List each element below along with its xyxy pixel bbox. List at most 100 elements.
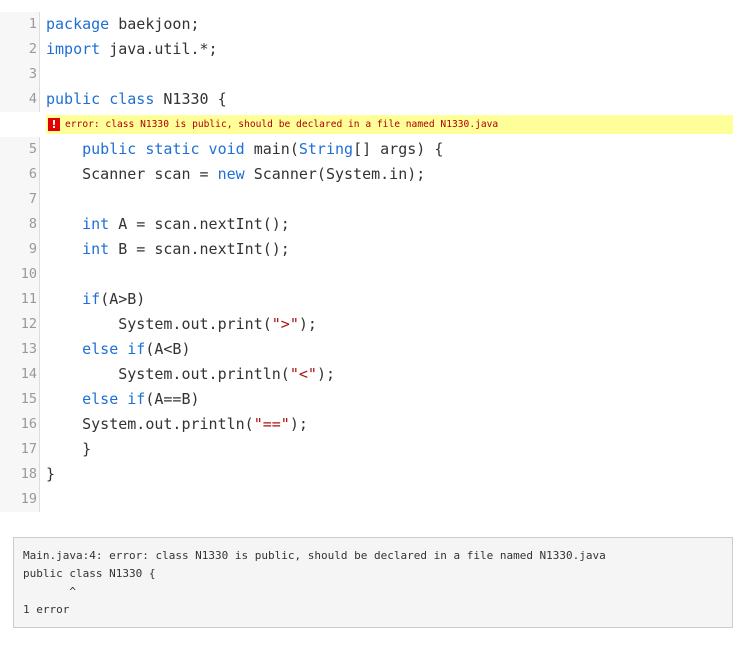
line-number: 1 — [0, 12, 40, 37]
code-token: Scanner scan = — [46, 165, 218, 183]
code-token: System.out.print( — [46, 315, 272, 333]
code-text: System.out.println("=="); — [40, 412, 308, 437]
keyword-token: package — [46, 15, 110, 33]
inline-error-widget: ! error: class N1330 is public, should be… — [0, 112, 740, 137]
console-line: ^ — [23, 585, 76, 598]
code-line[interactable]: 15 else if(A==B) — [0, 387, 740, 412]
line-number: 15 — [0, 387, 40, 412]
line-number: 18 — [0, 462, 40, 487]
code-text: Scanner scan = new Scanner(System.in); — [40, 162, 425, 187]
console-line: 1 error — [23, 603, 70, 616]
code-token: ); — [289, 415, 308, 433]
code-token: B = scan.nextInt(); — [109, 240, 290, 258]
keyword-token: public class — [46, 90, 155, 108]
code-text: else if(A==B) — [40, 387, 200, 412]
error-message: error: class N1330 is public, should be … — [65, 119, 499, 130]
code-text: public static void main(String[] args) { — [40, 137, 443, 162]
line-number: 12 — [0, 312, 40, 337]
line-number: 11 — [0, 287, 40, 312]
line-number: 17 — [0, 437, 40, 462]
code-text: int B = scan.nextInt(); — [40, 237, 290, 262]
code-token: A = scan.nextInt(); — [109, 215, 290, 233]
code-line[interactable]: 10 — [0, 262, 740, 287]
line-number: 14 — [0, 362, 40, 387]
code-text: System.out.print(">"); — [40, 312, 317, 337]
code-line[interactable]: 2 import java.util.*; — [0, 37, 740, 62]
line-number: 19 — [0, 487, 40, 512]
code-token: (A>B) — [100, 290, 146, 308]
string-token: "==" — [253, 415, 290, 433]
code-token: (A==B) — [145, 390, 200, 408]
code-token: System.out.println( — [46, 415, 254, 433]
keyword-token: int — [82, 215, 110, 233]
code-line[interactable]: 3 — [0, 62, 740, 87]
error-highlight: ! error: class N1330 is public, should be… — [46, 115, 733, 134]
code-text: } — [40, 437, 91, 462]
string-token: ">" — [271, 315, 299, 333]
code-text: else if(A<B) — [40, 337, 191, 362]
code-text: int A = scan.nextInt(); — [40, 212, 290, 237]
keyword-token: new — [217, 165, 245, 183]
code-token: } — [46, 440, 92, 458]
console-line: public class N1330 { — [23, 567, 156, 580]
code-line[interactable]: 4 public class N1330 { — [0, 87, 740, 112]
code-line[interactable]: 1 package baekjoon; — [0, 12, 740, 37]
code-line[interactable]: 12 System.out.print(">"); — [0, 312, 740, 337]
code-editor[interactable]: 1 package baekjoon; 2 import java.util.*; 3 4… — [0, 12, 740, 512]
line-number: 8 — [0, 212, 40, 237]
line-number: 16 — [0, 412, 40, 437]
code-line[interactable]: 5 public static void main(String[] args)… — [0, 137, 740, 162]
code-line[interactable]: 18} — [0, 462, 740, 487]
line-number: 3 — [0, 62, 40, 87]
line-number: 5 — [0, 137, 40, 162]
keyword-token: public static void — [82, 140, 245, 158]
code-text: if(A>B) — [40, 287, 145, 312]
error-icon: ! — [48, 118, 60, 131]
code-line[interactable]: 11 if(A>B) — [0, 287, 740, 312]
line-number: 7 — [0, 187, 40, 212]
line-number: 13 — [0, 337, 40, 362]
keyword-token: else if — [82, 340, 146, 358]
code-token: [] args) { — [353, 140, 444, 158]
code-token: N1330 { — [154, 90, 227, 108]
code-text: } — [40, 462, 55, 487]
code-token: java.util.*; — [100, 40, 218, 58]
line-number: 10 — [0, 262, 40, 287]
code-token: ); — [316, 365, 335, 383]
code-token: (A<B) — [145, 340, 191, 358]
code-line[interactable]: 17 } — [0, 437, 740, 462]
code-text: System.out.println("<"); — [40, 362, 335, 387]
keyword-token: String — [298, 140, 354, 158]
code-line[interactable]: 19 — [0, 487, 740, 512]
code-line[interactable]: 14 System.out.println("<"); — [0, 362, 740, 387]
code-text: import java.util.*; — [40, 37, 218, 62]
code-line[interactable]: 16 System.out.println("=="); — [0, 412, 740, 437]
console-output: Main.java:4: error: class N1330 is publi… — [13, 537, 733, 628]
code-token: main( — [244, 140, 299, 158]
code-token: Scanner(System.in); — [244, 165, 426, 183]
code-token: System.out.println( — [46, 365, 290, 383]
code-line[interactable]: 8 int A = scan.nextInt(); — [0, 212, 740, 237]
code-token: ); — [298, 315, 317, 333]
string-token: "<" — [289, 365, 317, 383]
code-line[interactable]: 13 else if(A<B) — [0, 337, 740, 362]
code-text: public class N1330 { — [40, 87, 227, 112]
code-token: baekjoon; — [109, 15, 200, 33]
keyword-token: if — [82, 290, 101, 308]
code-text: package baekjoon; — [40, 12, 200, 37]
code-line[interactable]: 7 — [0, 187, 740, 212]
console-line: Main.java:4: error: class N1330 is publi… — [23, 549, 606, 562]
code-line[interactable]: 6 Scanner scan = new Scanner(System.in); — [0, 162, 740, 187]
keyword-token: else if — [82, 390, 146, 408]
keyword-token: int — [82, 240, 110, 258]
line-number: 6 — [0, 162, 40, 187]
line-number: 2 — [0, 37, 40, 62]
code-token: } — [46, 465, 56, 483]
code-line[interactable]: 9 int B = scan.nextInt(); — [0, 237, 740, 262]
